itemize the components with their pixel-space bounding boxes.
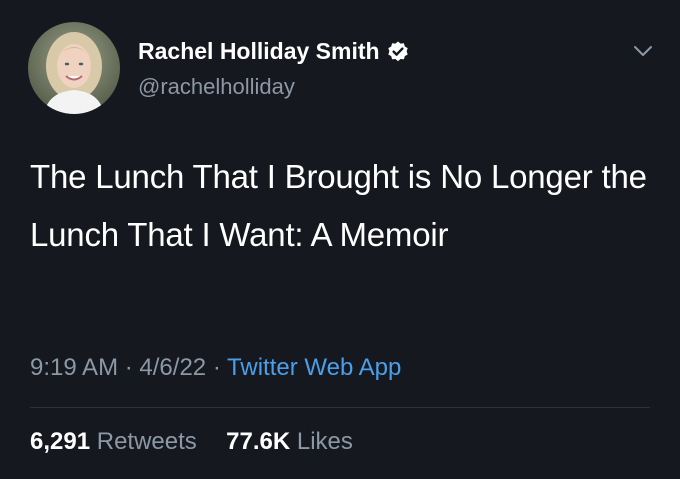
tweet-time[interactable]: 9:19 AM [30, 354, 118, 381]
author-handle[interactable]: @rachelholliday [138, 74, 295, 100]
likes-label: Likes [296, 428, 353, 455]
tweet-source[interactable]: Twitter Web App [227, 354, 401, 381]
retweets-stat[interactable]: 6,291 Retweets [30, 428, 203, 455]
chevron-down-icon[interactable] [630, 38, 656, 64]
tweet-text: The Lunch That I Brought is No Longer th… [30, 158, 647, 253]
likes-stat[interactable]: 77.6K Likes [226, 428, 353, 455]
tweet-stats: 6,291 Retweets 77.6K Likes [30, 428, 353, 456]
tweet-meta: 9:19 AM · 4/6/22 · Twitter Web App [30, 354, 401, 382]
verified-badge-icon [386, 40, 410, 64]
profile-photo-icon [28, 22, 120, 114]
tweet-date[interactable]: 4/6/22 [139, 354, 206, 381]
likes-count: 77.6K [226, 428, 291, 455]
retweets-count: 6,291 [30, 428, 91, 455]
meta-separator: · [124, 354, 133, 381]
retweets-label: Retweets [96, 428, 197, 455]
avatar[interactable] [28, 22, 120, 114]
tweet-card: Rachel Holliday Smith @rachelholliday Th… [0, 0, 680, 479]
meta-separator: · [212, 354, 221, 381]
display-name[interactable]: Rachel Holliday Smith [138, 38, 380, 65]
author-name-row[interactable]: Rachel Holliday Smith [138, 38, 410, 65]
divider [30, 407, 650, 408]
